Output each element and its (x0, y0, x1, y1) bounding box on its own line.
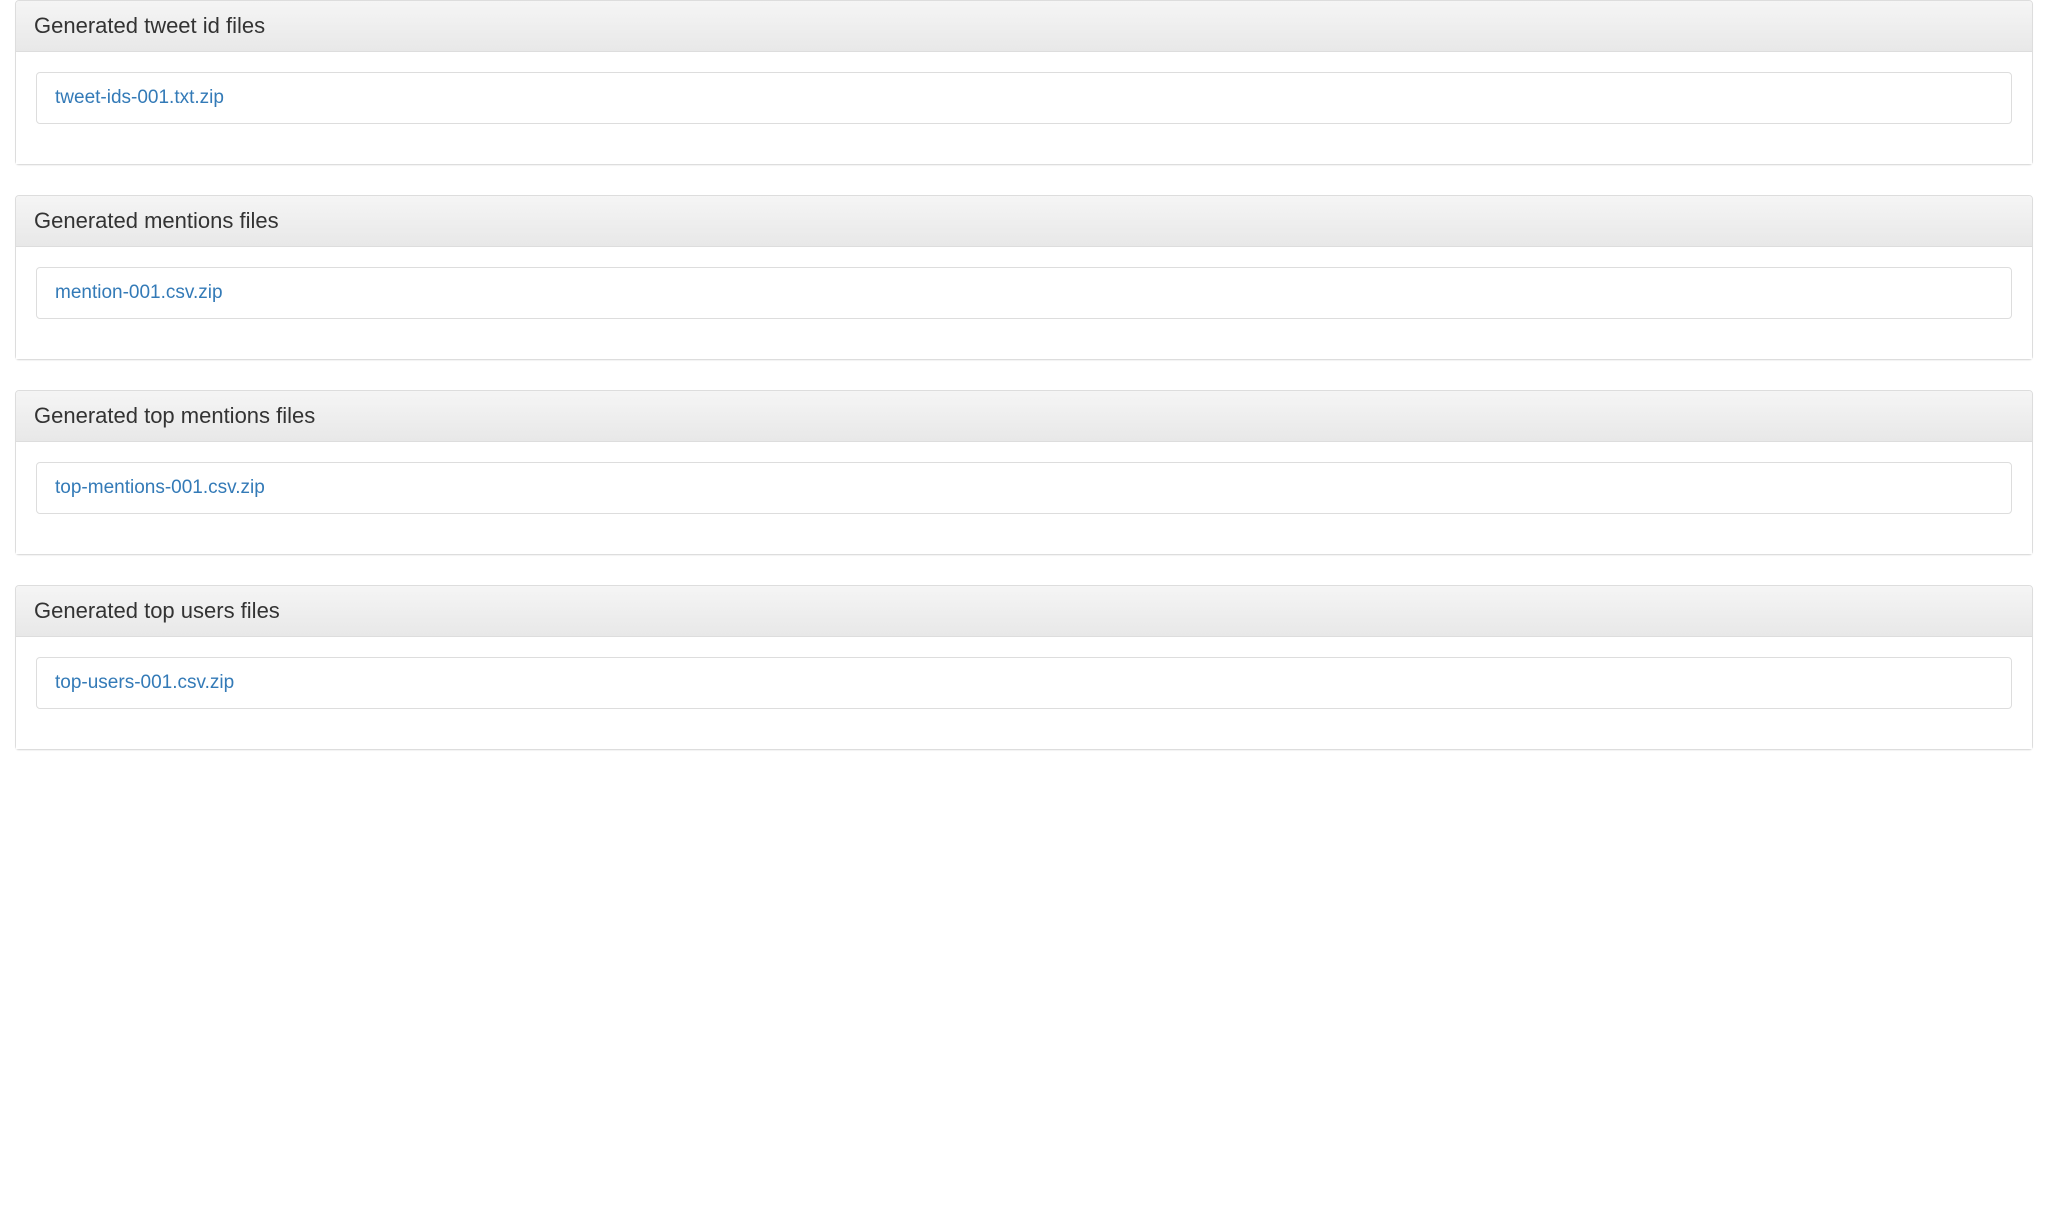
file-link[interactable]: top-mentions-001.csv.zip (37, 463, 2011, 513)
panel-title: Generated top users files (34, 598, 2014, 624)
panel-body: top-users-001.csv.zip (16, 637, 2032, 749)
panel-heading: Generated tweet id files (16, 1, 2032, 52)
file-link[interactable]: top-users-001.csv.zip (37, 658, 2011, 708)
panel-body: mention-001.csv.zip (16, 247, 2032, 359)
panel-heading: Generated mentions files (16, 196, 2032, 247)
panel-title: Generated mentions files (34, 208, 2014, 234)
file-list: mention-001.csv.zip (36, 267, 2012, 319)
panel-top-users: Generated top users files top-users-001.… (15, 585, 2033, 750)
file-link[interactable]: tweet-ids-001.txt.zip (37, 73, 2011, 123)
file-list: top-mentions-001.csv.zip (36, 462, 2012, 514)
panel-mentions: Generated mentions files mention-001.csv… (15, 195, 2033, 360)
panel-heading: Generated top users files (16, 586, 2032, 637)
panel-body: tweet-ids-001.txt.zip (16, 52, 2032, 164)
panel-top-mentions: Generated top mentions files top-mention… (15, 390, 2033, 555)
panel-body: top-mentions-001.csv.zip (16, 442, 2032, 554)
panel-title: Generated top mentions files (34, 403, 2014, 429)
panel-tweet-ids: Generated tweet id files tweet-ids-001.t… (15, 0, 2033, 165)
file-list: tweet-ids-001.txt.zip (36, 72, 2012, 124)
file-list: top-users-001.csv.zip (36, 657, 2012, 709)
panel-heading: Generated top mentions files (16, 391, 2032, 442)
panel-title: Generated tweet id files (34, 13, 2014, 39)
file-link[interactable]: mention-001.csv.zip (37, 268, 2011, 318)
